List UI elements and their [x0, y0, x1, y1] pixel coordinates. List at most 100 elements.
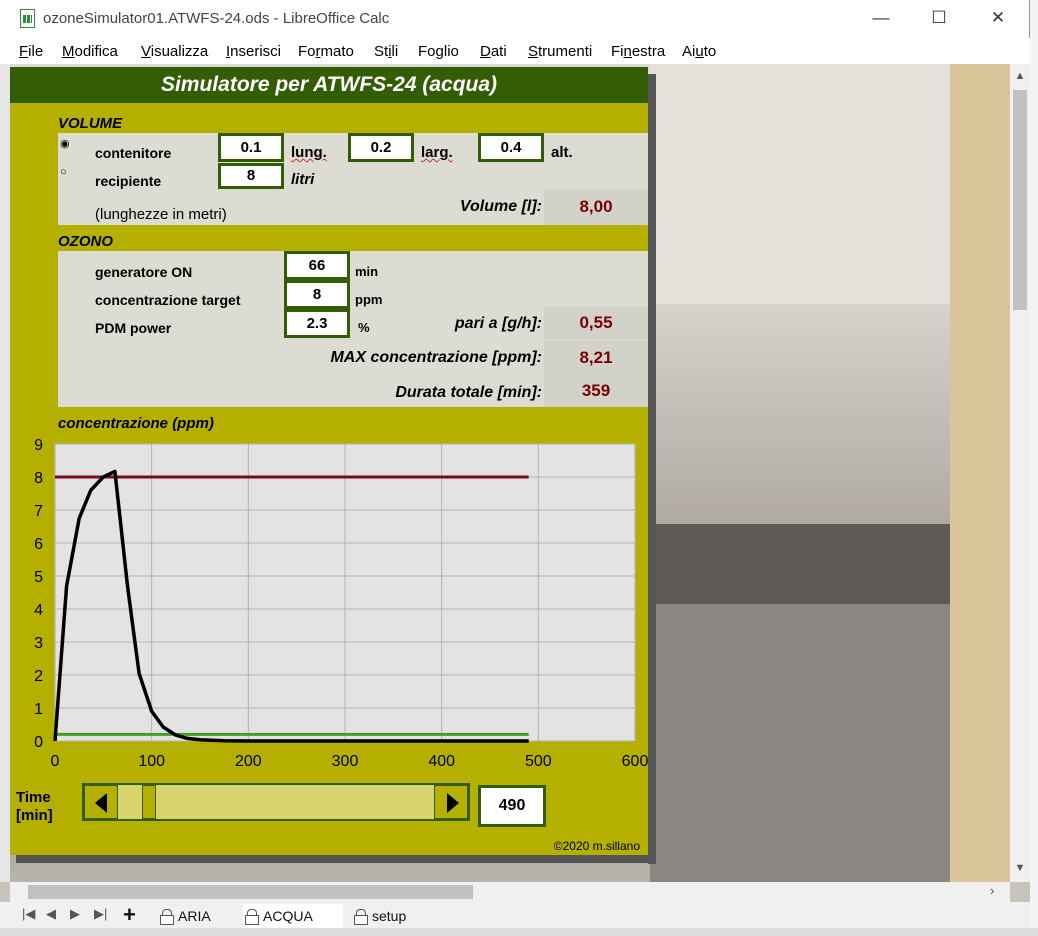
menu-stili[interactable]: Stili: [374, 43, 398, 60]
larg-input[interactable]: 0.2: [348, 133, 414, 162]
first-sheet-icon[interactable]: |◀: [22, 906, 35, 922]
conc-target-label: concentrazione target: [95, 292, 241, 308]
sheet-tab-label: ACQUA: [263, 908, 313, 924]
maximize-button[interactable]: ☐: [929, 8, 949, 28]
y-tick-label: 4: [34, 602, 43, 619]
sheet-tab-label: ARIA: [178, 908, 211, 924]
y-tick-label: 3: [34, 635, 43, 652]
menu-inserisci[interactable]: Inserisci: [226, 43, 281, 60]
menu-file[interactable]: File: [19, 43, 43, 60]
lung-input[interactable]: 0.1: [218, 133, 284, 162]
contenitore-label: contenitore: [95, 145, 172, 161]
sheet-tab-setup[interactable]: setup: [352, 904, 432, 928]
slider-thumb[interactable]: [142, 785, 156, 819]
time-label-line1: Time: [16, 789, 51, 806]
copyright-text: ©2020 m.sillano: [553, 839, 640, 853]
chart-title: concentrazione (ppm): [58, 415, 214, 432]
last-sheet-icon[interactable]: ▶|: [94, 906, 107, 922]
calc-app-icon: [20, 9, 35, 28]
title-bar: ozoneSimulator01.ATWFS-24.ods - LibreOff…: [0, 0, 1030, 38]
volume-result-label: Volume [l]:: [459, 198, 542, 215]
panel-shadow-bottom: [16, 855, 656, 863]
max-conc-value: 8,21: [544, 341, 648, 375]
y-tick-label: 7: [34, 503, 43, 520]
slider-right-arrow-icon[interactable]: [434, 785, 468, 819]
litri-input[interactable]: 8: [218, 163, 284, 189]
y-tick-label: 8: [34, 470, 43, 487]
next-sheet-icon[interactable]: ▶: [70, 906, 80, 922]
radio-recipiente[interactable]: ○: [60, 167, 70, 178]
y-tick-label: 2: [34, 668, 43, 685]
conc-target-unit: ppm: [355, 292, 383, 307]
menu-finestra[interactable]: Finestra: [611, 43, 665, 60]
menu-formato[interactable]: Formato: [298, 43, 354, 60]
background-window-edge: [1030, 0, 1038, 936]
time-slider[interactable]: [82, 783, 470, 821]
generatore-unit: min: [355, 264, 379, 279]
bg-stove: [650, 524, 950, 604]
y-tick-label: 9: [34, 437, 43, 454]
y-tick-label: 5: [34, 569, 43, 586]
panel-shadow: [648, 74, 656, 864]
x-tick-label: 200: [235, 753, 262, 770]
radio-contenitore[interactable]: ◉: [60, 139, 70, 150]
x-tick-label: 500: [525, 753, 552, 770]
litri-unit: litri: [291, 171, 315, 188]
x-tick-label: 300: [332, 753, 359, 770]
vertical-scroll-thumb[interactable]: [1013, 90, 1027, 310]
scroll-up-icon[interactable]: ▲: [1010, 70, 1030, 82]
x-tick-label: 400: [428, 753, 455, 770]
durata-label: Durata totale [min]:: [395, 384, 542, 401]
prev-sheet-icon[interactable]: ◀: [46, 906, 56, 922]
volume-section-title: VOLUME: [58, 115, 123, 132]
scroll-right-icon[interactable]: ›: [990, 883, 994, 898]
x-tick-label: 0: [51, 753, 60, 770]
alt-unit: alt.: [551, 144, 573, 161]
add-sheet-icon[interactable]: +: [123, 902, 136, 928]
simulator-panel: Simulatore per ATWFS-24 (acqua) VOLUME ◉…: [10, 67, 648, 855]
bg-oven: [650, 604, 950, 882]
scroll-down-icon[interactable]: ▼: [1010, 862, 1030, 874]
volume-note: (lunghezze in metri): [95, 206, 227, 223]
horizontal-scroll-thumb[interactable]: [28, 885, 473, 899]
menu-visualizza[interactable]: Visualizza: [141, 43, 208, 60]
slider-left-arrow-icon[interactable]: [84, 785, 118, 819]
sheet-tab-acqua[interactable]: ACQUA: [243, 904, 343, 928]
menu-modifica[interactable]: Modifica: [62, 43, 118, 60]
durata-value: 359: [544, 375, 648, 407]
conc-target-input[interactable]: 8: [284, 280, 350, 309]
bg-cabinet: [650, 64, 950, 304]
generatore-input[interactable]: 66: [284, 251, 350, 280]
time-value-box[interactable]: 490: [478, 785, 546, 827]
menu-strumenti[interactable]: Strumenti: [528, 43, 592, 60]
sheet-tab-bar: |◀ ◀ ▶ ▶| + ARIA ACQUA setup: [0, 902, 1030, 928]
vertical-scrollbar[interactable]: ▲ ▼: [1010, 64, 1030, 882]
close-button[interactable]: ✕: [988, 8, 1008, 28]
minimize-button[interactable]: —: [871, 8, 891, 28]
pari-label: pari a [g/h]:: [454, 315, 542, 332]
menu-dati[interactable]: Dati: [480, 43, 507, 60]
generatore-label: generatore ON: [95, 264, 193, 280]
window-title: ozoneSimulator01.ATWFS-24.ods - LibreOff…: [43, 10, 390, 27]
taskbar-strip: [0, 928, 1038, 936]
horizontal-scrollbar[interactable]: ›: [10, 882, 1010, 902]
time-label-line2: [min]: [16, 807, 53, 824]
menu-bar: File Modifica Visualizza Inserisci Forma…: [0, 38, 1030, 64]
menu-foglio[interactable]: Foglio: [418, 43, 459, 60]
menu-aiuto[interactable]: Aiuto: [682, 43, 716, 60]
time-label: Time [min]: [16, 789, 53, 825]
y-tick-label: 0: [34, 734, 43, 751]
bg-hood: [650, 304, 950, 554]
lock-icon: [354, 909, 368, 925]
y-tick-label: 1: [34, 701, 43, 718]
y-tick-label: 6: [34, 536, 43, 553]
sheet-tab-label: setup: [372, 908, 407, 924]
bg-shelf: [950, 64, 1010, 882]
x-tick-label: 600: [622, 753, 648, 770]
sheet-tab-aria[interactable]: ARIA: [158, 904, 238, 928]
lock-icon: [245, 909, 259, 925]
alt-input[interactable]: 0.4: [478, 133, 544, 162]
concentration-chart: 0 1 2 3 4 5 6 7 8 9 0 100 200 300 400 500 600: [34, 437, 648, 770]
max-conc-label: MAX concentrazione [ppm]:: [330, 349, 542, 366]
row-header-gutter: [0, 64, 10, 882]
